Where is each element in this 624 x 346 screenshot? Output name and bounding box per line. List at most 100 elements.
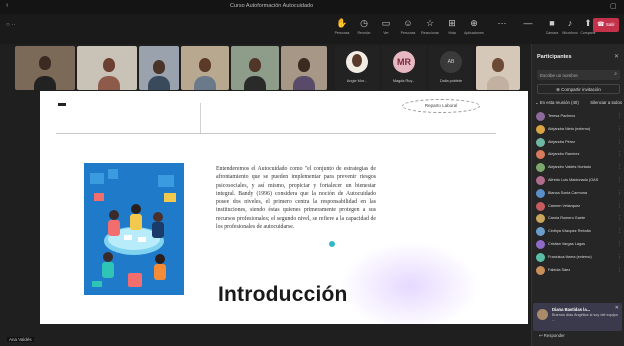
participant-name: Alfredo Luis Maldonado (OAS (548, 177, 599, 182)
avatar (536, 227, 545, 237)
avatar (536, 175, 545, 185)
participant-row[interactable]: Fabiola Sáez ⋮ (535, 264, 622, 277)
participant-list: Teresa Pacheco ⋮ Alejandra Nieto (externo)… (535, 110, 622, 276)
back-icon[interactable]: ‹ (6, 2, 8, 9)
reply-button[interactable]: ↩ Responder (533, 333, 622, 342)
more-options-icon[interactable]: ⋮ (617, 190, 622, 196)
presenter-name-tag: Ana Valdés (7, 337, 34, 342)
participants-section-header[interactable]: ⌄ En esta reunión (40) Silenciar a todos (535, 100, 622, 106)
participant-row[interactable]: Alejandra Nieto (externo) ⋮ (535, 123, 622, 136)
participant-name: Alejandra Pérez (548, 139, 576, 144)
avatar (536, 239, 545, 249)
participant-name: Cinthya Vázquez Rebolla (548, 229, 591, 234)
more-options-icon[interactable]: ⋮ (617, 254, 622, 260)
slide-bullet (58, 103, 66, 106)
window-title: Curso Autoformación Autocuidado (230, 3, 314, 9)
laser-pointer (329, 241, 335, 247)
video-tile-3[interactable] (139, 46, 179, 90)
slide-divider-vertical (200, 103, 201, 133)
participant-name: Fabiola Sáez (548, 267, 571, 272)
participant-row[interactable]: Francisca Ibarra (externo) ⋮ (535, 251, 622, 264)
participant-name: Angie Mor... (346, 79, 368, 83)
video-tile-4[interactable] (181, 46, 229, 90)
toolbar-button-6[interactable]: ⊞ Vista (440, 17, 464, 41)
close-icon[interactable]: ✕ (614, 53, 619, 60)
participant-name: Alejandro Ramírez (548, 152, 580, 157)
share-invite-button[interactable]: ⊕ Compartir invitación (537, 84, 620, 94)
avatar (537, 309, 548, 320)
avatar: MR (393, 51, 415, 73)
minus-icon: — (523, 18, 533, 28)
avatar (536, 150, 545, 160)
more-options-icon[interactable]: ⋮ (617, 267, 622, 273)
leave-button[interactable]: ☎ Salir (593, 18, 619, 32)
participant-row[interactable]: Alfredo Luis Maldonado (OAS ⋮ (535, 174, 622, 187)
more-icon: ⊕ (470, 18, 478, 28)
mute-all-button[interactable]: Silenciar a todos (590, 100, 622, 105)
more-options-icon[interactable]: ⋮ (617, 228, 622, 234)
toolbar-button-3[interactable]: ▭ Ver (374, 17, 398, 41)
participant-name: Cristian Vargas Lagos (548, 241, 586, 246)
audio-tile-1[interactable]: Angie Mor... (335, 46, 379, 90)
teamwork-illustration (84, 163, 184, 295)
participants-panel: Participantes ✕ ⌕ ⊕ Compartir invitación… (531, 44, 624, 346)
participant-row[interactable]: Teresa Pacheco ⋮ (535, 110, 622, 123)
more-options-icon[interactable]: ⋮ (617, 177, 622, 183)
toolbar-button-7[interactable]: ⊕ Aplicaciones (462, 17, 486, 41)
toolbar-button-5[interactable]: ☆ Reaccionar (418, 17, 442, 41)
toolbar-button-2[interactable]: ◷ Reunión (352, 17, 376, 41)
view-icon: ▭ (381, 18, 391, 28)
video-tile-7[interactable] (476, 46, 520, 90)
participant-row[interactable]: Alejandra Pérez ⋮ (535, 136, 622, 149)
participant-row[interactable]: Carola Romero Gaete ⋮ (535, 212, 622, 225)
search-input[interactable] (537, 70, 607, 80)
avatar (346, 51, 368, 73)
avatar (536, 137, 545, 147)
avatar: AB (440, 51, 462, 73)
search-icon: ⌕ (614, 71, 617, 77)
participant-row[interactable]: Alejandro Ramírez ⋮ (535, 148, 622, 161)
slide-label: Reparto Laboral (402, 99, 480, 113)
video-tile-5[interactable] (231, 46, 279, 90)
participant-row[interactable]: Cinthya Vázquez Rebolla ⋮ (535, 225, 622, 238)
toolbar-button-1[interactable]: ✋ Personas (330, 17, 354, 41)
close-window-icon[interactable]: ▢ (610, 2, 617, 10)
toolbar-button-8[interactable]: ⋯ (490, 17, 514, 41)
audio-tile-2[interactable]: MR Magda Ruy... (382, 46, 426, 90)
more-options-icon[interactable]: ⋮ (617, 139, 622, 145)
video-tile-6[interactable] (281, 46, 327, 90)
video-tile-1[interactable] (15, 46, 75, 90)
chat-notification[interactable]: Diana Bastidas la... Buenos días Angélic… (533, 303, 622, 331)
more-options-icon[interactable]: ⋮ (617, 215, 622, 221)
ellipsis-icon: ⋯ (497, 18, 507, 28)
more-options-icon[interactable]: ⋮ (617, 241, 622, 247)
phone-icon: ☎ (597, 22, 605, 28)
video-strip: Angie Mor... MR Magda Ruy... AB Dalia po… (15, 46, 520, 90)
avatar (536, 124, 545, 134)
participant-row[interactable]: Blanca Sonia Carmona ⋮ (535, 187, 622, 200)
close-icon[interactable]: ✕ (615, 305, 619, 311)
more-options-icon[interactable]: ⋮ (617, 164, 622, 170)
participant-name: Francisca Ibarra (externo) (548, 254, 592, 259)
more-options-icon[interactable]: ⋮ (617, 126, 622, 132)
participant-row[interactable]: Alejandro Valdés Hurtado ⋮ (535, 161, 622, 174)
meeting-toolbar: ○ ·· ✋ Personas ◷ Reunión ▭ Ver ☺ Personas ☆… (0, 14, 624, 44)
toolbar-button-4[interactable]: ☺ Personas (396, 17, 420, 41)
audio-tile-3[interactable]: AB Dalia poblete (429, 46, 473, 90)
notification-sender: Diana Bastidas la... (552, 307, 591, 312)
avatar (536, 188, 545, 198)
more-options-icon[interactable]: ⋮ (617, 203, 622, 209)
participant-name: Alejandro Valdés Hurtado (548, 165, 591, 170)
react-icon: ☆ (425, 18, 435, 28)
avatar (536, 163, 545, 173)
more-options-icon[interactable]: ⋮ (617, 151, 622, 157)
slide-heading: Introducción (218, 283, 348, 306)
title-bar: Curso Autoformación Autocuidado ‹ ▢ (0, 0, 624, 14)
video-tile-2[interactable] (77, 46, 137, 90)
participant-row[interactable]: Carmen Velázquez ⋮ (535, 200, 622, 213)
toolbar-button-9[interactable]: — (516, 17, 540, 41)
participant-name: Magda Ruy... (392, 79, 416, 83)
more-options-icon[interactable]: ⋮ (617, 113, 622, 119)
notification-message: Buenos días Angélica si soy del equipo .… (552, 313, 618, 322)
participant-row[interactable]: Cristian Vargas Lagos ⋮ (535, 238, 622, 251)
